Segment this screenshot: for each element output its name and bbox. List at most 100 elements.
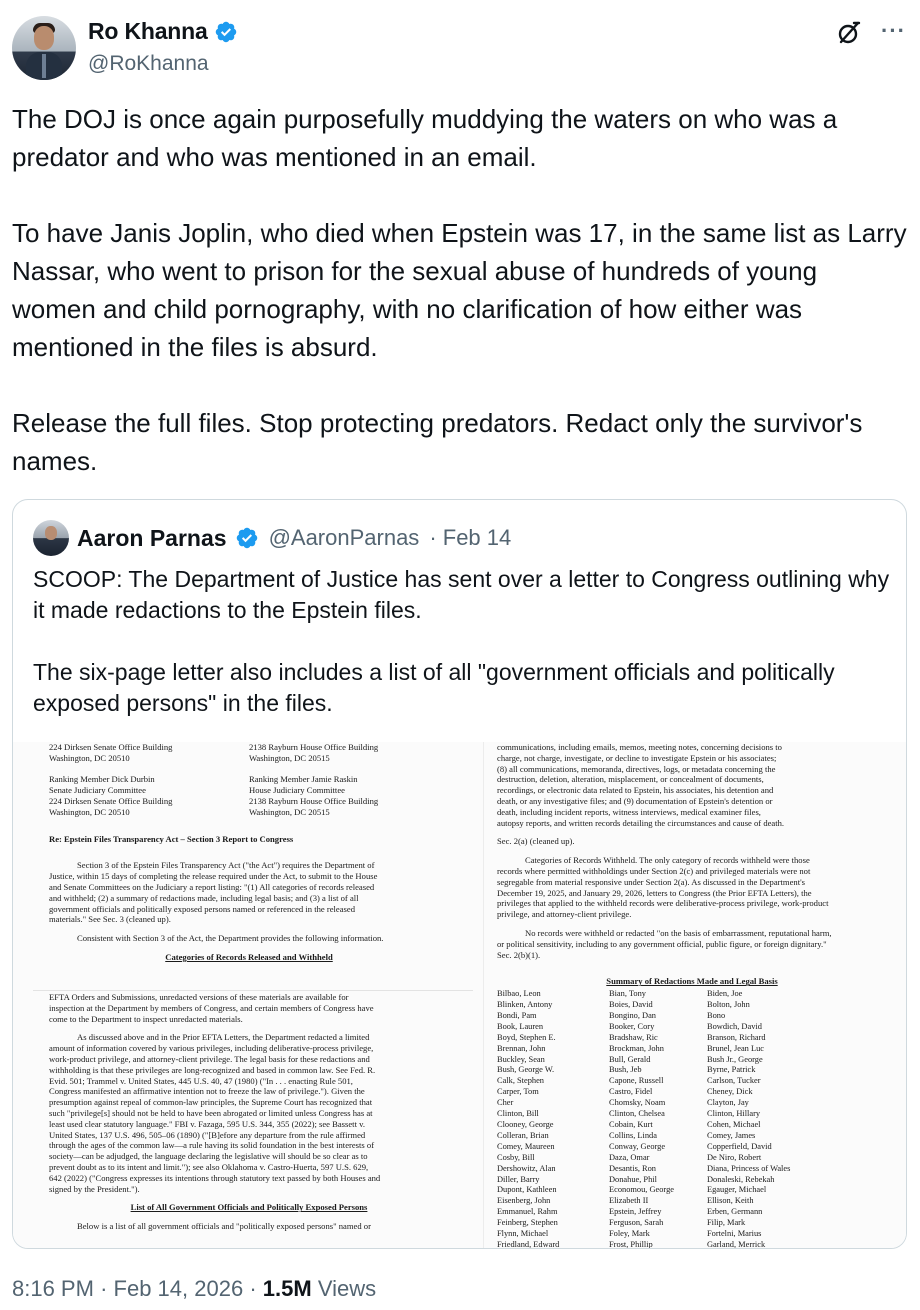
name-entry: Buckley, Sean xyxy=(497,1054,545,1064)
name-entry: Cosby, Bill xyxy=(497,1152,535,1162)
name-entry: Filip, Mark xyxy=(707,1218,746,1228)
name-entry: Castro, Fidel xyxy=(609,1087,653,1097)
name-entry: Brennan, John xyxy=(497,1043,546,1053)
letter-text-line: society—can be adjudged, the language de… xyxy=(49,1151,368,1162)
name-entry: Daza, Omar xyxy=(609,1152,650,1162)
privilege-paragraph: As discussed above and in the Prior EFTA… xyxy=(49,1032,449,1194)
letter-text-line: work-product privilege, and attorney-cli… xyxy=(49,1053,370,1064)
name-entry: Clinton, Hillary xyxy=(707,1109,761,1119)
letter-text-line: Section 3 of the Epstein Files Transpare… xyxy=(77,860,375,871)
letter-text-line: least used clear statutory language." FB… xyxy=(49,1118,365,1129)
quoted-date[interactable]: · Feb 14 xyxy=(429,525,511,551)
section3-paragraph: Section 3 of the Epstein Files Transpare… xyxy=(49,860,449,925)
section-cite: Sec. 2(a) (cleaned up). xyxy=(497,836,575,847)
name-entry: Blinken, Antony xyxy=(497,1000,553,1010)
name-entry: Clinton, Chelsea xyxy=(609,1109,665,1119)
letter-text-line: death, or any investigative files; and (… xyxy=(497,795,773,806)
letter-text-line: privilege, and attorney-client privilege… xyxy=(497,909,632,920)
address-line: Ranking Member Dick Durbin xyxy=(49,774,155,785)
name-entry: Erben, Germann xyxy=(707,1207,763,1217)
name-entry: Ellison, Keith xyxy=(707,1196,754,1206)
quoted-tweet[interactable]: Aaron Parnas @AaronParnas · Feb 14 SCOOP… xyxy=(12,499,907,1249)
more-icon[interactable]: ··· xyxy=(881,18,906,44)
quoted-header: Aaron Parnas @AaronParnas · Feb 14 xyxy=(33,520,511,556)
name-entry: Epstein, Jeffrey xyxy=(609,1207,662,1217)
letter-text-line: EFTA Orders and Submissions, unredacted … xyxy=(49,992,349,1002)
name-entry: Capone, Russell xyxy=(609,1076,664,1086)
address-line: Washington, DC 20510 xyxy=(49,806,130,817)
letter-page-bottom-left: EFTA Orders and Submissions, unredacted … xyxy=(49,992,449,1248)
categories-heading: Categories of Records Released and Withh… xyxy=(165,951,333,962)
inspection-paragraph: EFTA Orders and Submissions, unredacted … xyxy=(49,992,449,1024)
letter-text-line: recordings, or electronic data related t… xyxy=(497,785,774,796)
quoted-display-name[interactable]: Aaron Parnas xyxy=(77,525,227,552)
list-intro: Below is a list of all government offici… xyxy=(77,1221,371,1232)
letter-text-line: such "privilege[s] should not be held to… xyxy=(49,1107,373,1118)
letter-page-top-left: 224 Dirksen Senate Office Building 2138 R… xyxy=(49,742,449,992)
address-line: Senate Judiciary Committee xyxy=(49,785,146,796)
name-entry: Biden, Joe xyxy=(707,989,743,999)
tweet-date[interactable]: Feb 14, 2026 xyxy=(114,1276,244,1301)
name-entry: Eisenberg, John xyxy=(497,1196,551,1206)
name-entry: Bull, Gerald xyxy=(609,1054,651,1064)
name-entry: Cheney, Dick xyxy=(707,1087,753,1097)
name-entry: Emmanuel, Rahm xyxy=(497,1207,558,1217)
page-divider xyxy=(483,742,484,1248)
name-entry: Desantis, Ron xyxy=(609,1163,656,1173)
name-entry: Conway, George xyxy=(609,1141,666,1151)
name-entry: Bush, George W. xyxy=(497,1065,555,1075)
tweet-text: The DOJ is once again purposefully muddy… xyxy=(12,104,907,476)
tweet-time[interactable]: 8:16 PM xyxy=(12,1276,94,1301)
author-handle[interactable]: @RoKhanna xyxy=(88,52,209,76)
name-entry: Bradshaw, Ric xyxy=(609,1032,658,1042)
name-entry: Calk, Stephen xyxy=(497,1076,544,1086)
name-entry: Dershowitz, Alan xyxy=(497,1163,556,1173)
letter-text-line: Justice, within 15 days of completing th… xyxy=(49,871,378,882)
name-entry: Comey, Maureen xyxy=(497,1141,555,1151)
letter-text-line: or political sensitivity, including to a… xyxy=(497,938,827,949)
name-entry: Bush Jr., George xyxy=(707,1054,763,1064)
letter-text-line: and Senate Committees on the Judiciary a… xyxy=(49,881,375,892)
letter-text-line: autopsy reports, and written records det… xyxy=(497,817,785,828)
names-list: Bilbao, Leon Bian, Tony Biden, Joe Blinken,… xyxy=(497,989,887,1248)
letter-text-line: Categories of Records Withheld. The only… xyxy=(525,855,810,866)
author-avatar[interactable] xyxy=(12,16,76,80)
quoted-handle[interactable]: @AaronParnas xyxy=(269,525,420,551)
quoted-author-avatar[interactable] xyxy=(33,520,69,556)
name-entry: Donaleski, Rebekah xyxy=(707,1174,775,1184)
letter-text-line: charge, not charge, investigate, or decl… xyxy=(497,752,777,763)
name-entry: Diller, Barry xyxy=(497,1174,540,1184)
name-entry: Boyd, Stephen E. xyxy=(497,1032,556,1042)
letter-text-line: presumption against repeal of common-law… xyxy=(49,1097,373,1108)
name-entry: Economou, George xyxy=(609,1185,674,1195)
author-display-name[interactable]: Ro Khanna xyxy=(88,18,208,45)
no-records-paragraph: No records were withheld or redacted "on… xyxy=(497,928,887,960)
letter-text-line: December 19, 2025, and January 29, 2026,… xyxy=(497,887,812,898)
letter-text-line: government officials and politically exp… xyxy=(49,903,355,914)
letter-text-line: materials." See Sec. 3 (cleaned up). xyxy=(49,914,171,925)
grok-icon[interactable] xyxy=(836,20,862,46)
address-line: Washington, DC 20515 xyxy=(249,752,330,763)
address-line: Ranking Member Jamie Raskin xyxy=(249,774,358,785)
records-paragraph: communications, including emails, memos,… xyxy=(497,742,887,828)
letter-text-line: death, including incident reports, witne… xyxy=(497,806,761,817)
name-entry: Chomsky, Noam xyxy=(609,1098,666,1108)
name-entry: Dupont, Kathleen xyxy=(497,1185,557,1195)
name-entry: Bush, Jeb xyxy=(609,1065,642,1075)
letter-text-line: 642 (2022) ("Congress expresses its inte… xyxy=(49,1172,381,1183)
name-entry: Carper, Tom xyxy=(497,1087,539,1097)
name-entry: Donahue, Phil xyxy=(609,1174,657,1184)
letter-text-line: Evid. 501; Trammel v. United States, 445… xyxy=(49,1075,353,1086)
letter-text-line: inspection at the Department by members … xyxy=(49,1002,374,1013)
letter-text-line: United States, 137 U.S. 496, 505–06 (189… xyxy=(49,1129,366,1140)
address-line: House Judiciary Committee xyxy=(249,785,345,796)
views-count: 1.5M xyxy=(262,1276,312,1301)
letter-image[interactable]: 224 Dirksen Senate Office Building 2138 R… xyxy=(13,742,906,1248)
letter-text-line: withholding is that these privileges are… xyxy=(49,1064,376,1075)
name-entry: Fortelni, Marius xyxy=(707,1229,762,1239)
address-line: 2138 Rayburn House Office Building xyxy=(249,795,379,806)
name-entry: Feinberg, Stephen xyxy=(497,1218,558,1228)
name-entry: De Niro, Robert xyxy=(707,1152,762,1162)
letter-text-line: and withheld; (2) a summary of redaction… xyxy=(49,892,359,903)
letter-text-line: records where permitted withholdings und… xyxy=(497,865,811,876)
